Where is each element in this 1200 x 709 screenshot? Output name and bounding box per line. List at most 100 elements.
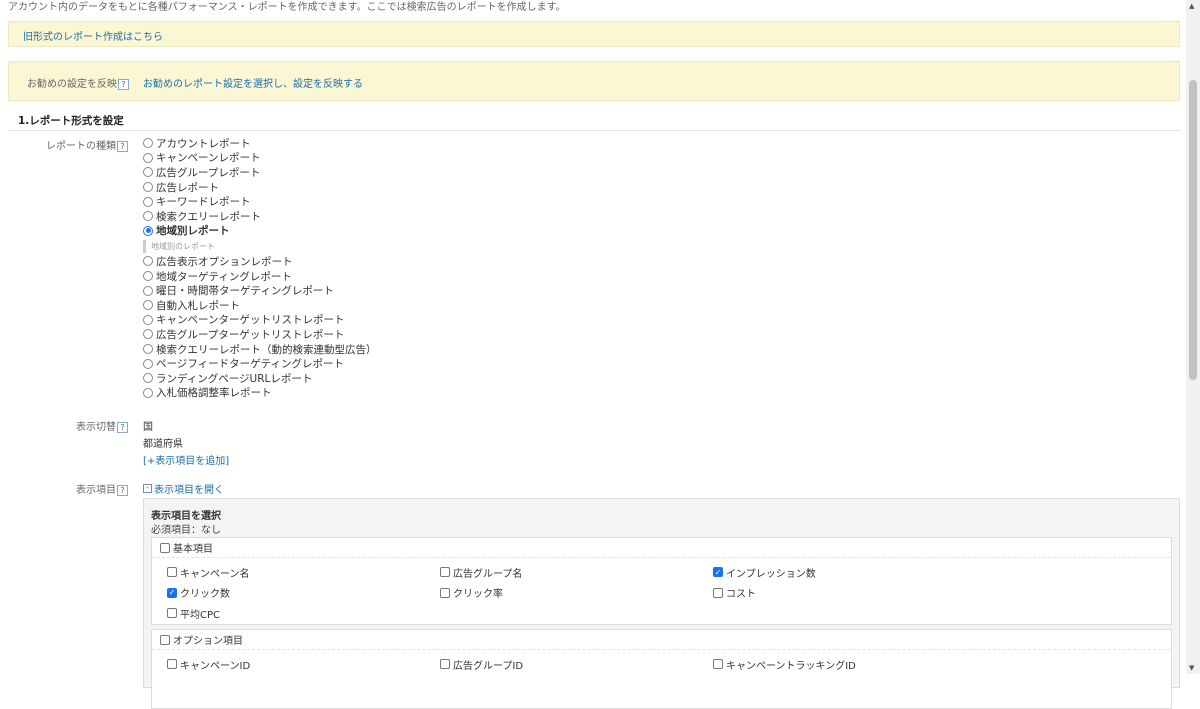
radio-button[interactable]: [143, 358, 153, 369]
option-label: 広告グループレポート: [156, 166, 261, 179]
option-label: キーワードレポート: [156, 196, 251, 209]
group-checkbox[interactable]: [160, 634, 170, 645]
item-label: コスト: [726, 589, 756, 601]
group-checkbox[interactable]: [160, 542, 170, 553]
report-type-option[interactable]: 入札価格調整率レポート: [143, 386, 377, 401]
item-group: オプション項目キャンペーンID 広告グループID キャンペーントラッキングID: [151, 629, 1172, 709]
report-type-option[interactable]: ページフィードターゲティングレポート: [143, 356, 377, 371]
option-label: 検索クエリーレポート（動的検索連動型広告）: [156, 343, 377, 356]
item-label: クリック数: [180, 589, 230, 601]
item-option[interactable]: キャンペーンID: [167, 654, 440, 675]
item-option[interactable]: クリック率: [440, 583, 713, 604]
help-icon[interactable]: ?: [118, 78, 129, 90]
radio-button[interactable]: [143, 285, 153, 296]
item-option[interactable]: キャンペーントラッキングID: [713, 654, 986, 675]
add-display-item-link[interactable]: [+表示項目を追加]: [143, 452, 229, 467]
checkbox[interactable]: ✓: [713, 567, 723, 578]
option-label: ランディングページURLレポート: [156, 372, 313, 385]
display-items-toggle[interactable]: - 表示項目を開く: [143, 481, 224, 496]
intro-text: アカウント内のデータをもとに各種パフォーマンス・レポートを作成できます。ここでは…: [8, 2, 566, 13]
radio-button[interactable]: [143, 167, 153, 178]
report-type-option[interactable]: 自動入札レポート: [143, 298, 377, 313]
report-type-option[interactable]: キャンペーンレポート: [143, 151, 377, 166]
option-label: 曜日・時間帯ターゲティングレポート: [156, 285, 334, 298]
checkbox[interactable]: [440, 659, 450, 670]
option-label: 広告レポート: [156, 181, 219, 194]
report-type-option[interactable]: 検索クエリーレポート（動的検索連動型広告）: [143, 342, 377, 357]
option-label: 検索クエリーレポート: [156, 210, 261, 223]
checkbox[interactable]: [713, 659, 723, 670]
display-items-panel: 表示項目を選択 必須項目：なし 基本項目 キャンペーン名 広告グループ名 ✓ インプレッ…: [143, 498, 1180, 709]
scrollbar-thumb[interactable]: [1189, 80, 1197, 380]
radio-button[interactable]: [143, 344, 153, 355]
checkbox[interactable]: ✓: [167, 587, 177, 598]
help-icon[interactable]: ?: [117, 140, 128, 152]
help-icon[interactable]: ?: [117, 421, 128, 433]
radio-button[interactable]: [143, 225, 153, 236]
recommend-link[interactable]: お勧めのレポート設定を選択し、設定を反映する: [143, 75, 363, 90]
report-type-option[interactable]: 地域ターゲティングレポート: [143, 269, 377, 284]
display-switch-label: 表示切替?: [0, 418, 128, 433]
scrollbar[interactable]: ▲ ▼: [1186, 0, 1200, 674]
item-label: 広告グループ名: [453, 568, 523, 580]
required-items: 必須項目：なし: [151, 525, 221, 536]
radio-button[interactable]: [143, 329, 153, 340]
radio-button[interactable]: [143, 271, 153, 282]
item-label: 平均CPC: [180, 609, 220, 621]
report-type-option[interactable]: 広告グループターゲットリストレポート: [143, 327, 377, 342]
report-type-option[interactable]: キャンペーンターゲットリストレポート: [143, 313, 377, 328]
report-type-option[interactable]: 広告表示オプションレポート: [143, 254, 377, 269]
item-option[interactable]: キャンペーン名: [167, 562, 440, 583]
group-header[interactable]: 基本項目: [152, 538, 1171, 558]
report-type-option[interactable]: 曜日・時間帯ターゲティングレポート: [143, 283, 377, 298]
option-label: 広告表示オプションレポート: [156, 255, 293, 268]
checkbox[interactable]: [440, 587, 450, 598]
option-label: 入札価格調整率レポート: [156, 387, 272, 400]
item-label: キャンペーン名: [180, 568, 250, 580]
item-option[interactable]: ✓ インプレッション数: [713, 562, 986, 583]
legacy-banner: 旧形式のレポート作成はこちら: [8, 21, 1180, 47]
radio-button[interactable]: [143, 196, 153, 207]
help-icon[interactable]: ?: [117, 484, 128, 496]
option-label: キャンペーンターゲットリストレポート: [156, 314, 345, 327]
item-group: 基本項目 キャンペーン名 広告グループ名 ✓ インプレッション数 ✓ クリック数 クリック率コ…: [151, 537, 1172, 625]
item-option[interactable]: コスト: [713, 583, 986, 604]
item-label: クリック率: [453, 589, 503, 601]
item-option[interactable]: ✓ クリック数: [167, 583, 440, 604]
radio-button[interactable]: [143, 373, 153, 384]
checkbox[interactable]: [167, 608, 177, 619]
checkbox[interactable]: [167, 659, 177, 670]
report-type-label: レポートの種類?: [0, 137, 128, 152]
radio-button[interactable]: [143, 152, 153, 163]
group-name: オプション項目: [173, 636, 243, 647]
radio-button[interactable]: [143, 211, 153, 222]
item-label: インプレッション数: [726, 568, 816, 580]
radio-button[interactable]: [143, 387, 153, 398]
group-header[interactable]: オプション項目: [152, 630, 1171, 650]
checkbox[interactable]: [713, 587, 723, 598]
report-type-option[interactable]: 広告グループレポート: [143, 165, 377, 180]
report-type-option[interactable]: 検索クエリーレポート: [143, 209, 377, 224]
radio-button[interactable]: [143, 300, 153, 311]
section-title: 1.レポート形式を設定: [8, 113, 1180, 131]
option-label: 地域ターゲティングレポート: [156, 270, 292, 283]
radio-button[interactable]: [143, 256, 153, 267]
report-type-option[interactable]: 地域別レポート: [143, 224, 377, 239]
radio-button[interactable]: [143, 182, 153, 193]
report-type-option[interactable]: ランディングページURLレポート: [143, 371, 377, 386]
checkbox[interactable]: [167, 567, 177, 578]
report-type-option[interactable]: アカウントレポート: [143, 136, 377, 151]
radio-button[interactable]: [143, 314, 153, 325]
item-option[interactable]: 広告グループ名: [440, 562, 713, 583]
checkbox[interactable]: [440, 567, 450, 578]
option-label: アカウントレポート: [156, 137, 251, 150]
radio-button[interactable]: [143, 138, 153, 149]
option-label: キャンペーンレポート: [156, 152, 261, 165]
option-label: ページフィードターゲティングレポート: [156, 358, 344, 371]
report-type-option[interactable]: 広告レポート: [143, 180, 377, 195]
item-option[interactable]: 広告グループID: [440, 654, 713, 675]
item-label: 広告グループID: [453, 660, 524, 672]
report-type-option[interactable]: キーワードレポート: [143, 194, 377, 209]
item-option[interactable]: 平均CPC: [167, 603, 440, 624]
legacy-report-link[interactable]: 旧形式のレポート作成はこちら: [23, 32, 163, 43]
